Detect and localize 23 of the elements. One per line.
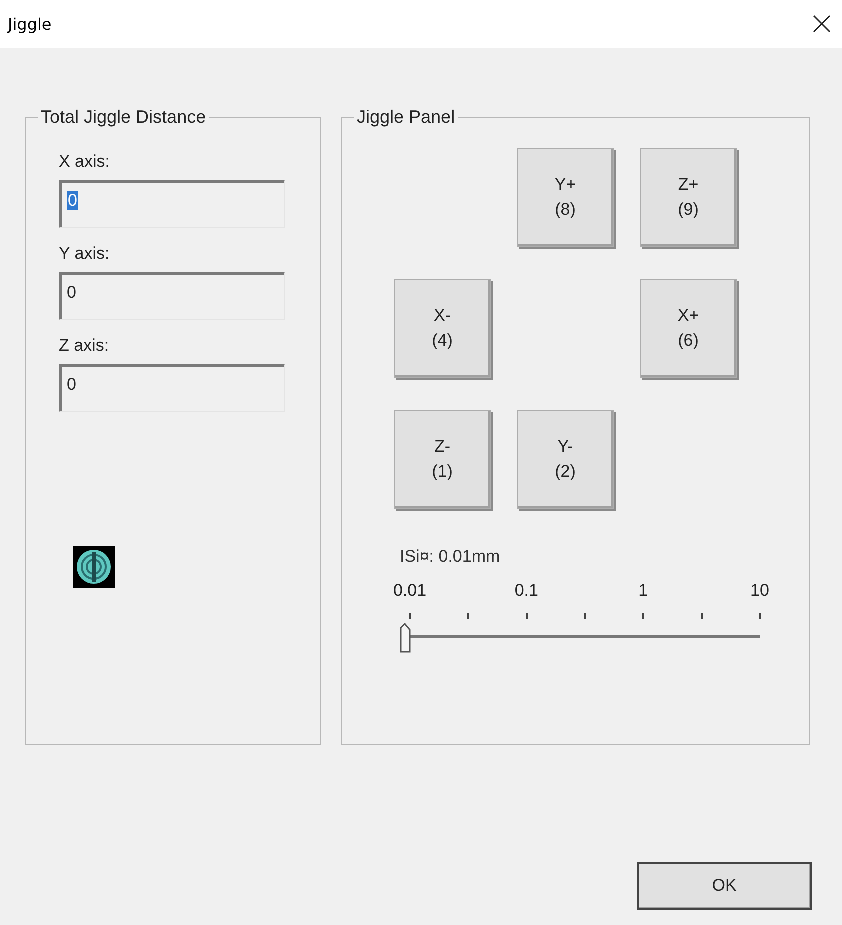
input-field[interactable]: 0 [59, 272, 285, 320]
field-label: Z axis: [59, 336, 110, 356]
window-title: Jiggle [8, 14, 52, 34]
jog-button[interactable]: X+ (6) [640, 279, 737, 378]
input-field[interactable]: 0 [59, 364, 285, 412]
jog-button[interactable]: Y+ (8) [517, 148, 614, 247]
jog-button[interactable]: Z- (1) [394, 410, 491, 509]
input-field[interactable]: 0 [59, 180, 285, 228]
scale-label: 0.01 [393, 581, 427, 601]
disc-logo-icon [73, 546, 115, 588]
step-reading: ISi¤: 0.01mm [400, 547, 500, 567]
field-label: X axis: [59, 152, 110, 172]
ok-button[interactable]: OK [637, 862, 812, 910]
jog-button[interactable]: Y- (2) [517, 410, 614, 509]
close-icon[interactable] [812, 14, 832, 34]
field-label: Y axis: [59, 244, 110, 264]
group-title: Jiggle Panel [356, 107, 456, 128]
group-title: Total Jiggle Distance [40, 107, 208, 128]
scale-label: 0.1 [514, 581, 538, 601]
jog-button[interactable]: X- (4) [394, 279, 491, 378]
scale-label: 1 [638, 581, 648, 601]
jog-button[interactable]: Z+ (9) [640, 148, 737, 247]
scale-label: 10 [750, 581, 770, 601]
